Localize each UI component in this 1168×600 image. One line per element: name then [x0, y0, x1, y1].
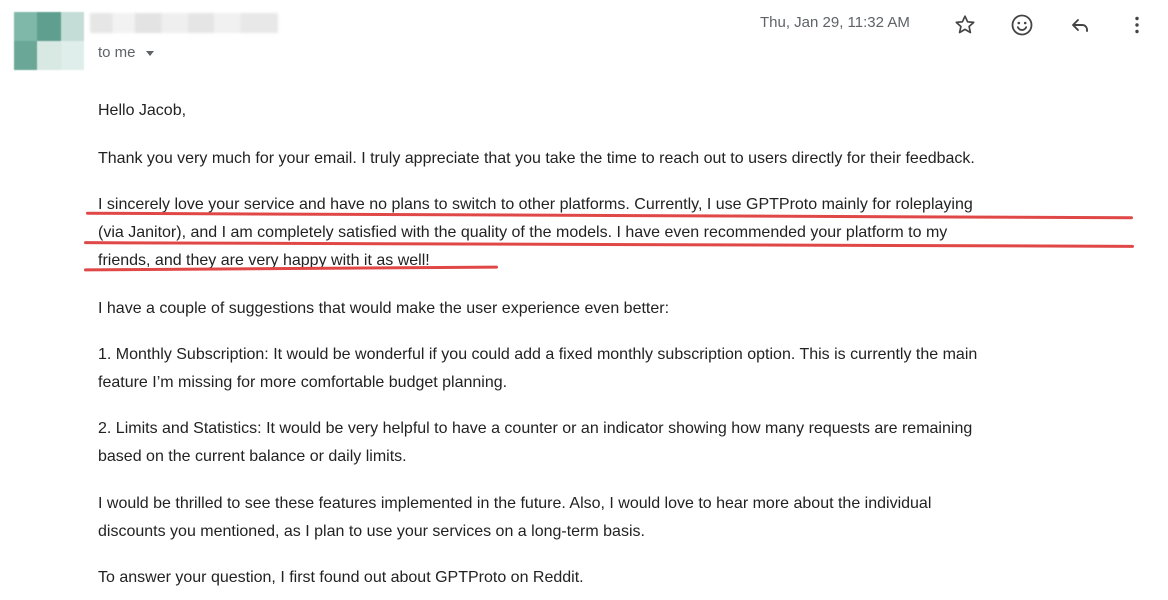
greeting: Hello Jacob,	[98, 102, 187, 119]
paragraph-thanks: Thank you very much for your email. I tr…	[98, 150, 975, 167]
caret-down-icon	[145, 51, 154, 56]
star-icon[interactable]	[950, 10, 980, 40]
paragraph-suggestion-1: 1. Monthly Subscription: It would be won…	[98, 341, 977, 397]
paragraph-suggestions-intro: I have a couple of suggestions that woul…	[98, 300, 670, 317]
sender-name-redacted	[90, 13, 278, 33]
paragraph-highlighted: I sincerely love your service and have n…	[98, 191, 973, 275]
paragraph-line: 2. Limits and Statistics: It would be ve…	[98, 420, 973, 437]
paragraph-line: based on the current balance or daily li…	[98, 448, 407, 465]
paragraph-line: 1. Monthly Subscription: It would be won…	[98, 346, 978, 363]
paragraph-source: To answer your question, I first found o…	[98, 569, 584, 586]
recipient-details-toggle[interactable]: to me	[98, 44, 154, 61]
paragraph-line: friends, and they are very happy with it…	[98, 252, 430, 269]
email-timestamp: Thu, Jan 29, 11:32 AM	[760, 14, 910, 31]
recipient-label: to me	[98, 44, 136, 61]
emoji-icon[interactable]	[1007, 10, 1037, 40]
paragraph-line: I would be thrilled to see these feature…	[98, 495, 932, 512]
paragraph-line: discounts you mentioned, as I plan to us…	[98, 523, 645, 540]
paragraph-closing: I would be thrilled to see these feature…	[98, 490, 931, 546]
reply-icon[interactable]	[1065, 10, 1095, 40]
paragraph-line: feature I’m missing for more comfortable…	[98, 374, 508, 391]
more-vert-icon[interactable]	[1122, 10, 1152, 40]
paragraph-suggestion-2: 2. Limits and Statistics: It would be ve…	[98, 415, 972, 471]
sender-avatar[interactable]	[14, 12, 84, 70]
